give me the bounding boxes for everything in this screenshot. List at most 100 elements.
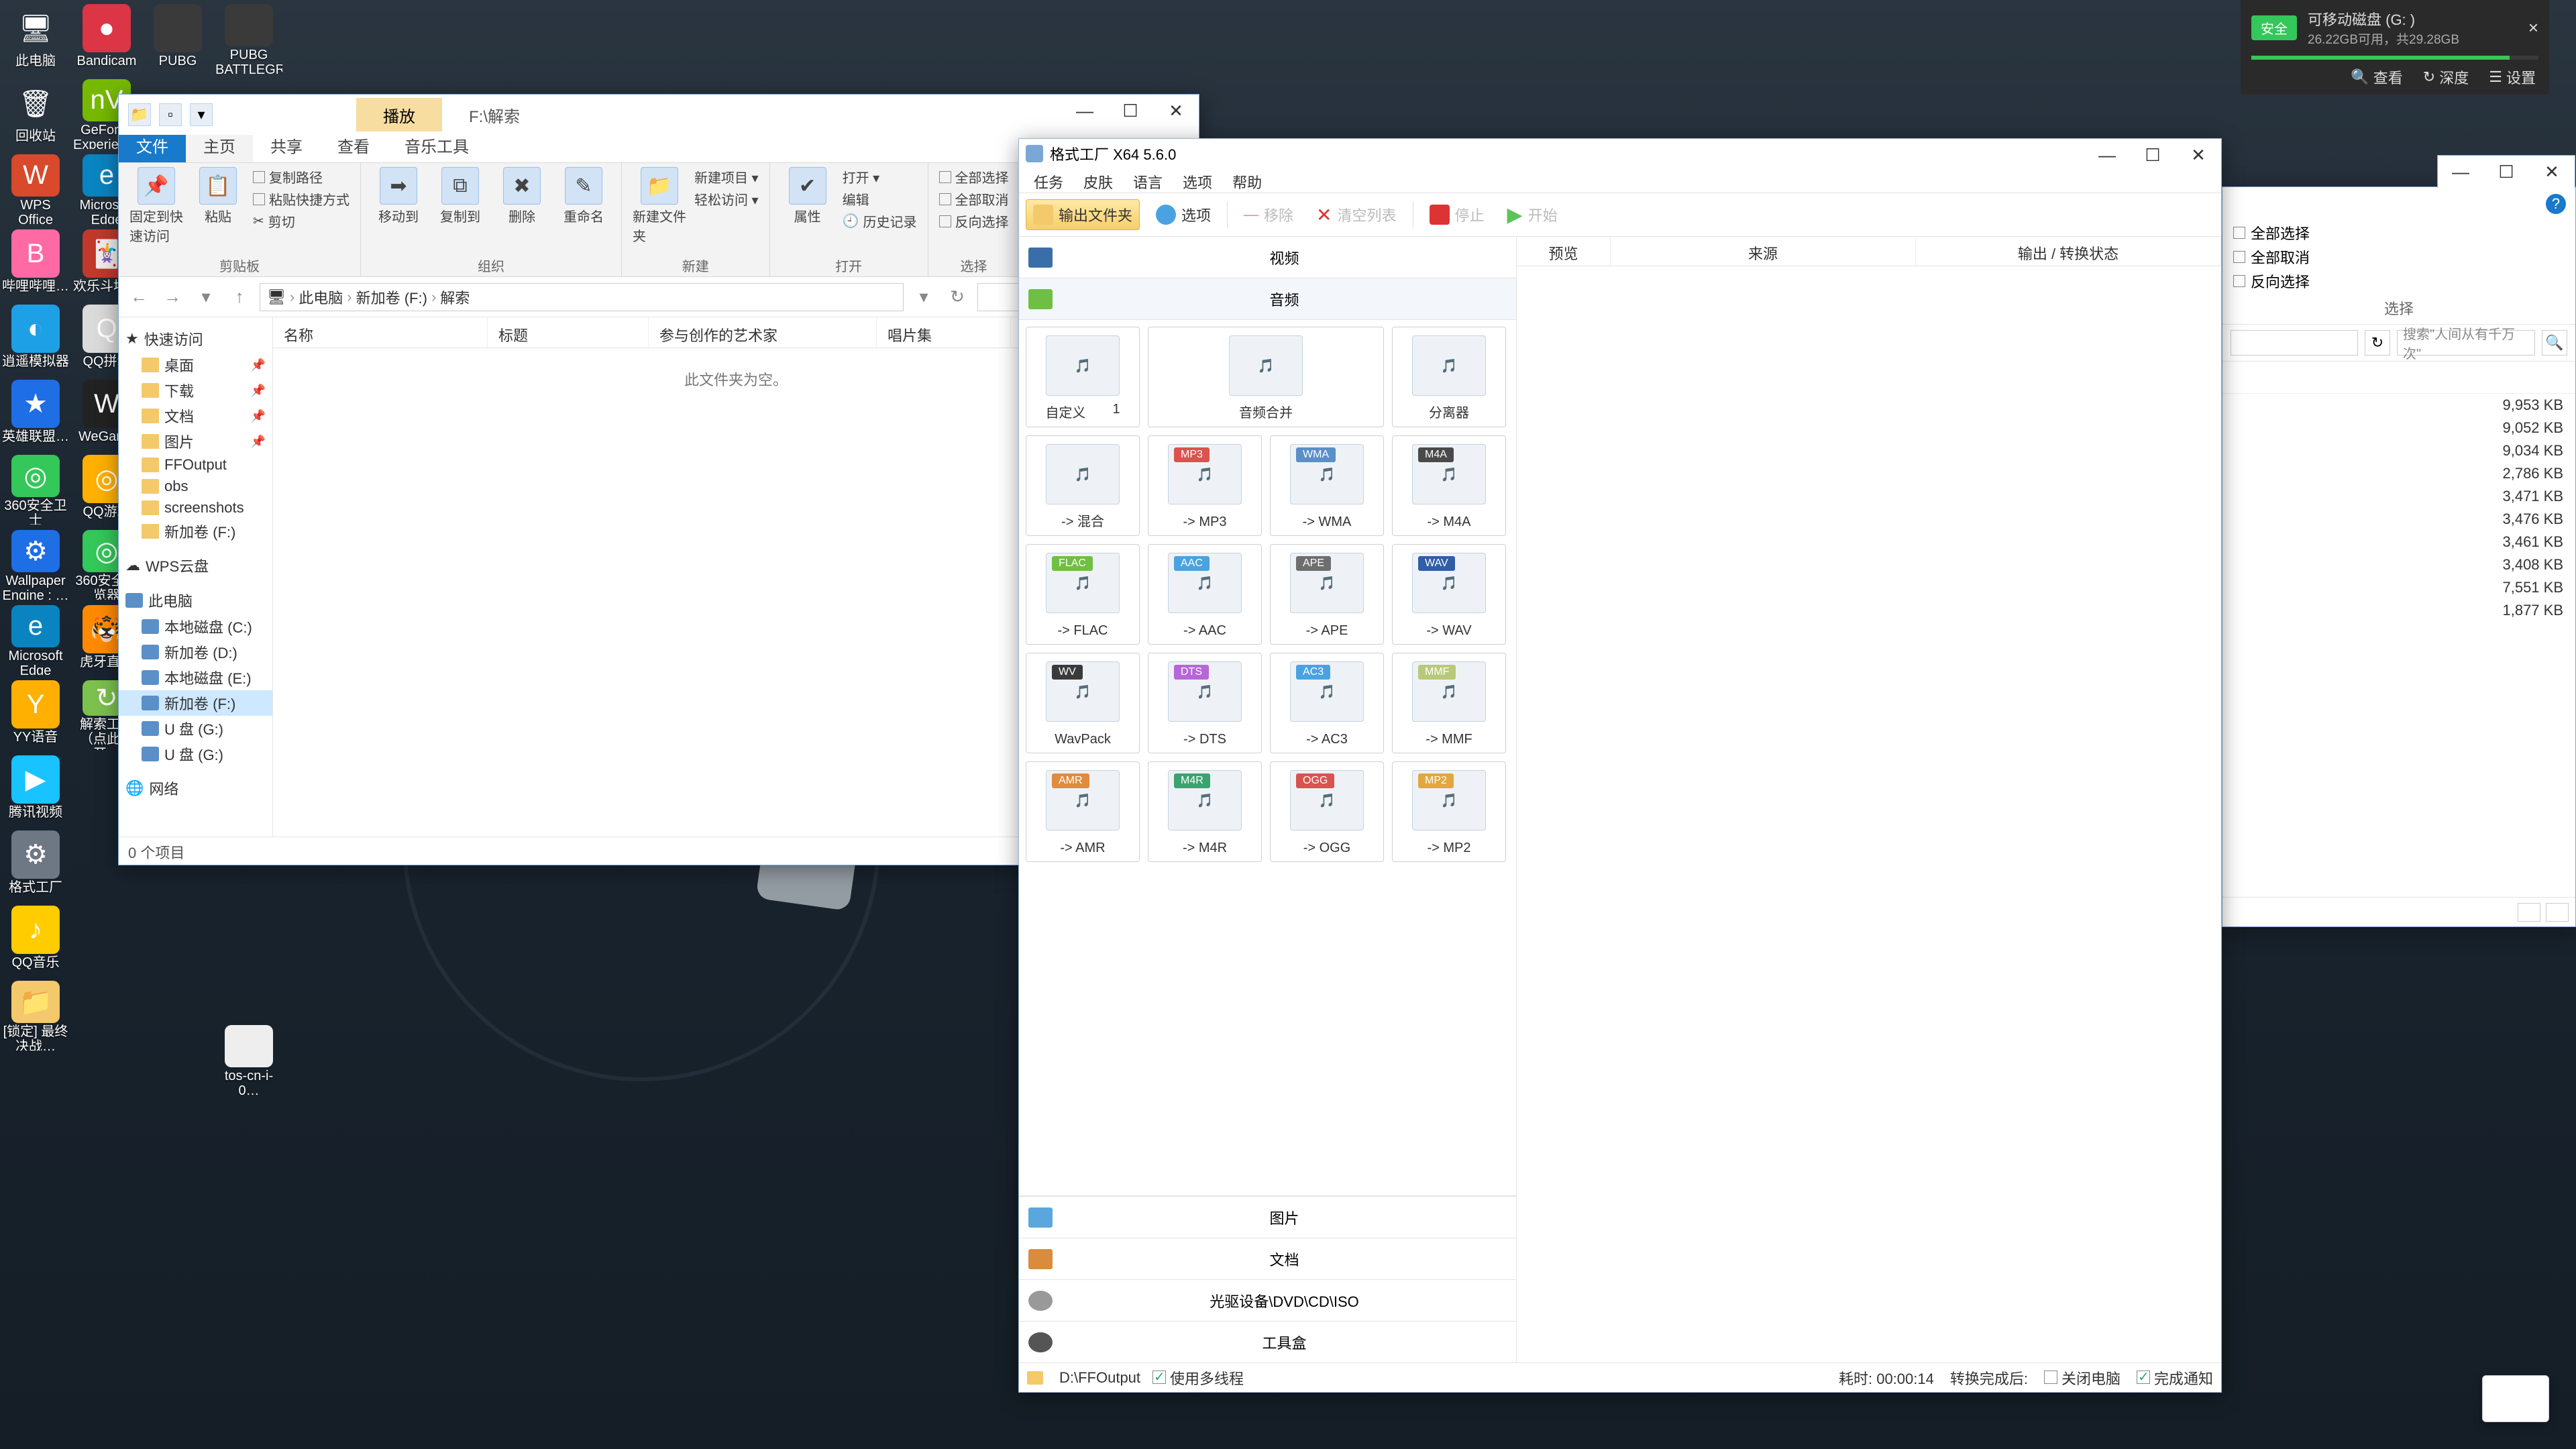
back-button[interactable]: ←: [125, 284, 152, 311]
desktop-icon[interactable]: ⚙Wallpaper Engine : …: [0, 526, 71, 600]
nav-item[interactable]: 本地磁盘 (C:): [119, 614, 272, 639]
format-factory-window[interactable]: 格式工厂 X64 5.6.0 — ☐ ✕ 任务 皮肤 语言 选项 帮助 输出文件…: [1018, 138, 2222, 1393]
desktop-icon[interactable]: 🗑回收站: [0, 75, 71, 149]
nav-item[interactable]: U 盘 (G:): [119, 716, 272, 741]
menu-help[interactable]: 帮助: [1224, 168, 1270, 193]
select-none-button[interactable]: 全部取消: [939, 189, 1009, 209]
view-tiles-icon[interactable]: [2546, 903, 2569, 922]
file-row[interactable]: 3,476 KB: [2222, 508, 2575, 531]
nav-item[interactable]: screenshots: [119, 497, 272, 519]
file-row[interactable]: 9,052 KB: [2222, 417, 2575, 439]
close-button[interactable]: ✕: [2529, 156, 2575, 188]
desktop-icon[interactable]: ⚙格式工厂: [0, 826, 71, 900]
desktop-icon[interactable]: ◎360安全卫士: [0, 451, 71, 525]
drive-notification[interactable]: 安全 可移动磁盘 (G: ) 26.22GB可用，共29.28GB × 🔍 查看…: [2241, 0, 2549, 95]
clear-button[interactable]: ✕清空列表: [1309, 200, 1403, 230]
open-button[interactable]: 打开 ▾: [843, 167, 917, 186]
rename-button[interactable]: ✎重命名: [557, 167, 610, 225]
format-card[interactable]: FLAC🎵-> FLAC: [1026, 544, 1140, 645]
minimize-button[interactable]: —: [2084, 139, 2130, 171]
desktop-icon[interactable]: B哔哩哔哩…: [0, 225, 71, 299]
nav-pane[interactable]: ★快速访问 桌面📌下载📌文档📌图片📌FFOutputobsscreenshots…: [119, 317, 273, 837]
file-row[interactable]: 9,034 KB: [2222, 439, 2575, 462]
maximize-button[interactable]: ☐: [1108, 95, 1153, 127]
nav-this-pc[interactable]: 此电脑: [119, 587, 272, 614]
forward-button[interactable]: →: [159, 284, 186, 311]
menu-skin[interactable]: 皮肤: [1075, 168, 1121, 193]
nav-item[interactable]: 图片📌: [119, 429, 272, 454]
nav-item[interactable]: 桌面📌: [119, 352, 272, 378]
copy-path-button[interactable]: 复制路径: [253, 167, 350, 186]
moveto-button[interactable]: ➡移动到: [372, 167, 425, 225]
minimize-button[interactable]: —: [2438, 156, 2483, 188]
minimize-button[interactable]: —: [1062, 95, 1108, 127]
file-row[interactable]: 3,461 KB: [2222, 531, 2575, 553]
file-row[interactable]: 7,551 KB: [2222, 576, 2575, 599]
desktop-icon[interactable]: ●Bandicam: [71, 0, 142, 74]
format-card[interactable]: MP2🎵-> MP2: [1392, 761, 1506, 862]
address-bar[interactable]: 🖥 ›此电脑 ›新加卷 (F:) ›解索: [260, 283, 904, 311]
view-details-icon[interactable]: [2518, 903, 2540, 922]
menu-lang[interactable]: 语言: [1125, 168, 1171, 193]
start-button[interactable]: ▶开始: [1501, 199, 1564, 231]
format-card[interactable]: AMR🎵-> AMR: [1026, 761, 1140, 862]
delete-button[interactable]: ✖删除: [495, 167, 549, 225]
qat-button[interactable]: ▫: [159, 103, 182, 126]
contextual-tab[interactable]: 播放: [356, 98, 442, 131]
new-folder-button[interactable]: 📁新建文件夹: [633, 167, 686, 245]
nav-item[interactable]: 下载📌: [119, 378, 272, 403]
qat-dropdown[interactable]: ▾: [190, 103, 213, 126]
desktop-icon[interactable]: WWPS Office: [0, 150, 71, 224]
format-card[interactable]: 🎵-> 混合: [1026, 435, 1140, 536]
menu-options[interactable]: 选项: [1175, 168, 1220, 193]
properties-button[interactable]: ✔属性: [781, 167, 835, 225]
desktop-icon[interactable]: ♪QQ音乐: [0, 902, 71, 975]
format-card[interactable]: WMA🎵-> WMA: [1270, 435, 1384, 536]
desktop-icon[interactable]: ▶腾讯视频: [0, 751, 71, 825]
category-video[interactable]: 视频: [1019, 237, 1516, 278]
format-card[interactable]: AC3🎵-> AC3: [1270, 653, 1384, 753]
column-header[interactable]: [2222, 367, 2575, 394]
close-button[interactable]: ✕: [1153, 95, 1199, 127]
paste-shortcut-button[interactable]: 粘贴快捷方式: [253, 189, 350, 209]
format-card[interactable]: M4R🎵-> M4R: [1148, 761, 1262, 862]
select-invert[interactable]: 反向选择: [2233, 270, 2565, 292]
desktop-icon[interactable]: PUBG BATTLEGR…: [213, 0, 284, 74]
search-input[interactable]: 搜索"人间从有千万次": [2397, 330, 2535, 356]
nav-item[interactable]: U 盘 (G:): [119, 741, 272, 767]
close-button[interactable]: ✕: [2176, 139, 2221, 171]
nav-item[interactable]: 新加卷 (D:): [119, 639, 272, 665]
ime-indicator[interactable]: [2482, 1375, 2549, 1422]
shutdown-toggle[interactable]: 关闭电脑: [2044, 1367, 2121, 1389]
category-dvd[interactable]: 光驱设备\DVD\CD\ISO: [1019, 1279, 1516, 1321]
remove-button[interactable]: —移除: [1237, 200, 1300, 229]
nav-item[interactable]: 新加卷 (F:): [119, 519, 272, 544]
explorer-window-right[interactable]: — ☐ ✕ ? 全部选择 全部取消 反向选择 选择 ↻ 搜索"人间从有千万次" …: [2222, 186, 2576, 927]
desktop-icon[interactable]: YYY语音: [0, 676, 71, 750]
nav-item[interactable]: obs: [119, 476, 272, 497]
format-card[interactable]: 🎵自定义1: [1026, 327, 1140, 427]
desktop-icon[interactable]: tos-cn-i-0…: [213, 1021, 284, 1095]
help-icon[interactable]: ?: [2546, 194, 2566, 214]
file-row[interactable]: 9,953 KB: [2222, 394, 2575, 417]
output-path[interactable]: D:\FFOutput: [1059, 1369, 1140, 1387]
file-row[interactable]: 1,877 KB: [2222, 599, 2575, 622]
desktop-icon[interactable]: ◐逍遥模拟器: [0, 301, 71, 374]
format-card[interactable]: WV🎵WavPack: [1026, 653, 1140, 753]
stop-button[interactable]: 停止: [1423, 200, 1491, 229]
format-card[interactable]: MMF🎵-> MMF: [1392, 653, 1506, 753]
address-dropdown[interactable]: ▾: [910, 284, 937, 311]
format-card[interactable]: M4A🎵-> M4A: [1392, 435, 1506, 536]
desktop-icon[interactable]: 🖥此电脑: [0, 0, 71, 74]
copyto-button[interactable]: ⧉复制到: [433, 167, 487, 225]
nav-quick-access[interactable]: ★快速访问: [119, 325, 272, 352]
nav-item[interactable]: 文档📌: [119, 403, 272, 429]
search-icon[interactable]: 🔍: [2542, 330, 2567, 356]
menu-task[interactable]: 任务: [1026, 168, 1071, 193]
up-button[interactable]: ↑: [226, 284, 253, 311]
desktop-icon[interactable]: PUBG: [142, 0, 213, 74]
format-card[interactable]: APE🎵-> APE: [1270, 544, 1384, 645]
multithread-toggle[interactable]: 使用多线程: [1152, 1367, 1244, 1389]
file-row[interactable]: 3,408 KB: [2222, 553, 2575, 576]
invert-selection-button[interactable]: 反向选择: [939, 211, 1009, 231]
